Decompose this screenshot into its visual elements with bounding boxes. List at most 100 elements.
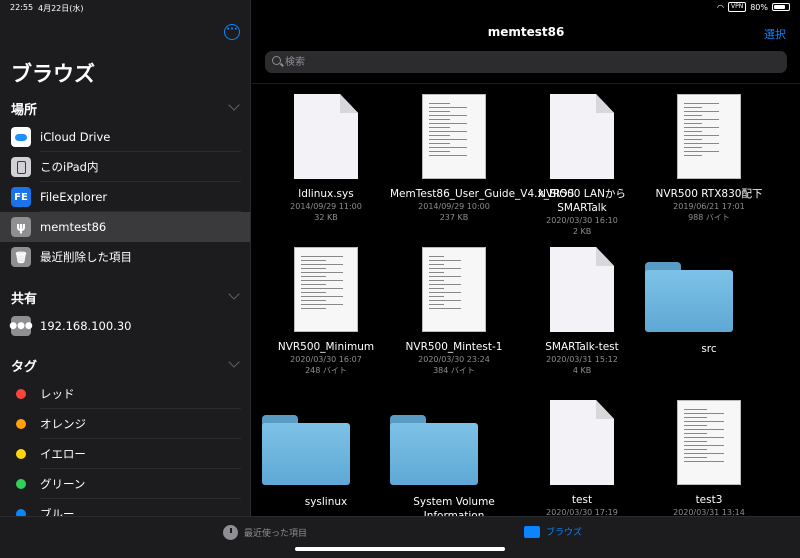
tag-label: レッド — [40, 387, 75, 401]
sidebar-item-label: FileExplorer — [40, 190, 108, 204]
folder-item[interactable]: System Volume Information — [390, 400, 518, 516]
document-thumbnail-icon — [677, 94, 741, 179]
search-icon — [272, 56, 281, 65]
file-item[interactable]: ldlinux.sys 2014/09/29 11:00 32 KB — [262, 94, 390, 223]
item-date: 2020/03/30 16:10 — [546, 216, 618, 225]
search-input[interactable] — [285, 54, 765, 70]
sidebar-item-on-my-ipad[interactable]: このiPad内 — [0, 152, 250, 182]
trash-icon: 🗑 — [11, 247, 31, 267]
tag-color-dot — [16, 449, 26, 459]
ipad-icon — [11, 157, 31, 177]
item-name: test — [571, 494, 593, 506]
usb-icon: ψ — [11, 217, 31, 237]
document-thumbnail-icon — [677, 400, 741, 485]
folder-icon — [390, 415, 518, 485]
tab-label: ブラウズ — [546, 528, 583, 538]
document-thumbnail-icon — [294, 247, 358, 332]
sidebar-item-network-server[interactable]: ●●● 192.168.100.30 — [0, 311, 250, 341]
file-item[interactable]: NVR500_Mintest-1 2020/03/30 23:24 384 バイト — [390, 247, 518, 376]
item-name: NVR500_Mintest-1 — [405, 341, 503, 353]
file-icon — [294, 94, 358, 179]
tag-color-dot — [16, 419, 26, 429]
file-grid: ldlinux.sys 2014/09/29 11:00 32 KB MemTest8… — [252, 84, 800, 516]
item-date: 2020/03/30 17:19 — [546, 508, 618, 516]
item-name: MemTest86_User_Guide_V4.x_BIOS — [390, 188, 575, 200]
sidebar-item-label: iCloud Drive — [40, 130, 111, 144]
item-date: 2020/03/30 16:07 — [290, 355, 362, 364]
home-indicator[interactable] — [295, 547, 505, 551]
item-name: syslinux — [304, 496, 348, 508]
folder-icon — [262, 415, 390, 485]
folder-item[interactable]: syslinux — [262, 400, 390, 509]
file-icon — [550, 400, 614, 485]
status-time: 22:55 — [10, 3, 34, 12]
sidebar-tag-blue[interactable]: ブルー — [0, 499, 250, 516]
sidebar-tag-red[interactable]: レッド — [0, 379, 250, 409]
chevron-down-icon[interactable] — [228, 288, 240, 300]
item-size: 248 バイト — [305, 366, 347, 375]
sidebar-item-label: 最近削除した項目 — [40, 250, 132, 264]
chevron-down-icon[interactable] — [228, 356, 240, 368]
battery-percent: 80% — [750, 2, 768, 12]
tab-recents[interactable]: 最近使った項目 — [223, 525, 307, 540]
tag-label: イエロー — [40, 447, 86, 461]
battery-icon — [772, 3, 790, 11]
file-item[interactable]: test3 2020/03/31 13:14 — [645, 400, 773, 516]
sidebar-tag-orange[interactable]: オレンジ — [0, 409, 250, 439]
tag-label: ブルー — [40, 507, 75, 516]
chevron-down-icon[interactable] — [228, 99, 240, 111]
tab-label: 最近使った項目 — [244, 529, 308, 539]
sidebar-item-label: このiPad内 — [40, 160, 99, 174]
sidebar-tag-green[interactable]: グリーン — [0, 469, 250, 499]
sidebar-title: ブラウズ — [11, 62, 95, 86]
item-size: 988 バイト — [688, 213, 730, 222]
item-name: System Volume Information — [413, 496, 495, 516]
item-name: test3 — [695, 494, 723, 506]
sidebar-item-fileexplorer[interactable]: FE FileExplorer — [0, 182, 250, 212]
fileexplorer-icon: FE — [11, 187, 31, 207]
tag-color-dot — [16, 479, 26, 489]
icloud-icon — [11, 127, 31, 147]
document-thumbnail-icon — [422, 94, 486, 179]
section-header-locations[interactable]: 場所 — [11, 99, 37, 118]
tag-color-dot — [16, 509, 26, 516]
item-date: 2020/03/30 23:24 — [418, 355, 490, 364]
section-header-shared[interactable]: 共有 — [11, 288, 37, 307]
folder-item[interactable]: src — [645, 247, 773, 356]
tag-color-dot — [16, 389, 26, 399]
item-date: 2019/06/21 17:01 — [673, 202, 745, 211]
status-bar: 22:55 4月22日(水) ◠ VPN 80% — [0, 0, 800, 16]
main-panel: memtest86 選択 ldlinux.sys 2014/09/29 11:00… — [252, 0, 800, 516]
status-date: 4月22日(水) — [38, 4, 84, 13]
file-item[interactable]: NVR500 RTX830配下 2019/06/21 17:01 988 バイト — [645, 94, 773, 223]
file-item[interactable]: NVR500 LANからSMARTalk 2020/03/30 16:10 2 KB — [518, 94, 646, 237]
item-date: 2014/09/29 11:00 — [290, 202, 362, 211]
item-name: NVR500_Minimum — [277, 341, 375, 353]
file-item[interactable]: MemTest86_User_Guide_V4.x_BIOS 2014/09/29… — [390, 94, 575, 223]
sidebar-item-icloud-drive[interactable]: iCloud Drive — [0, 122, 250, 152]
sidebar-tag-yellow[interactable]: イエロー — [0, 439, 250, 469]
item-size: 237 KB — [439, 213, 469, 222]
document-thumbnail-icon — [422, 247, 486, 332]
tab-browse[interactable]: ブラウズ — [524, 525, 582, 538]
file-item[interactable]: SMARTalk-test 2020/03/31 15:12 4 KB — [518, 247, 646, 376]
more-options-button[interactable]: ··· — [224, 24, 240, 40]
file-icon — [550, 247, 614, 332]
sidebar: ··· ブラウズ 場所 iCloud Drive このiPad内 FE File… — [0, 0, 251, 516]
sidebar-item-label: memtest86 — [40, 220, 107, 234]
folder-icon — [524, 525, 540, 538]
section-header-tags[interactable]: タグ — [11, 356, 37, 375]
sidebar-item-recently-deleted[interactable]: 🗑 最近削除した項目 — [0, 242, 250, 272]
item-name: ldlinux.sys — [298, 188, 354, 200]
search-bar[interactable] — [265, 51, 787, 73]
item-date: 2014/09/29 10:00 — [418, 202, 490, 211]
file-item[interactable]: NVR500_Minimum 2020/03/30 16:07 248 バイト — [262, 247, 390, 376]
item-name: SMARTalk-test — [545, 341, 619, 353]
network-server-icon: ●●● — [9, 316, 33, 336]
select-button[interactable]: 選択 — [764, 26, 786, 42]
page-title: memtest86 — [487, 25, 565, 39]
item-name: src — [701, 343, 717, 355]
file-item[interactable]: test 2020/03/30 17:19 — [518, 400, 646, 516]
status-right: ◠ VPN 80% — [717, 2, 790, 12]
sidebar-item-memtest86[interactable]: ψ memtest86 — [0, 212, 250, 242]
